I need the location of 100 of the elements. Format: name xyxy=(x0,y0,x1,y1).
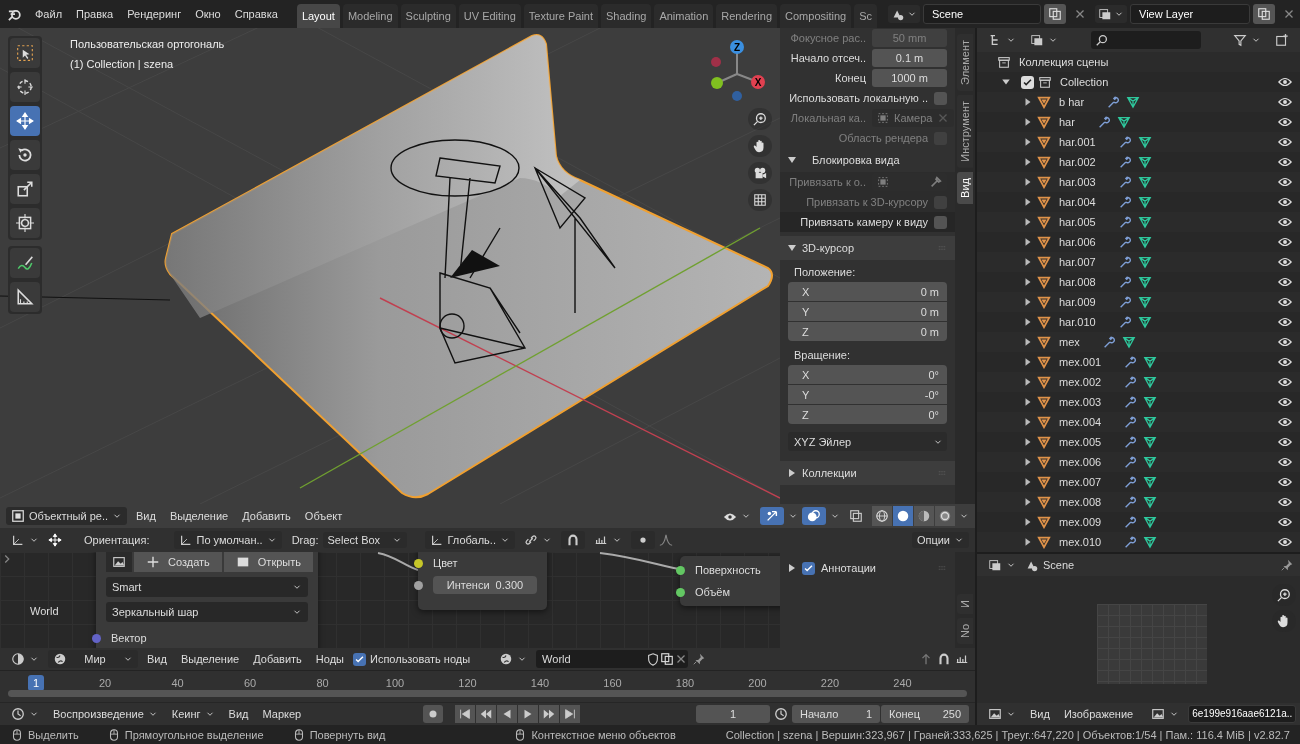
number-field[interactable]: Z 0° xyxy=(788,405,947,424)
checkbox[interactable] xyxy=(802,561,815,575)
sidebar-tab[interactable]: Инструмент xyxy=(957,94,973,168)
menu-item[interactable]: Вид xyxy=(142,651,172,667)
tree-item[interactable]: har.005 xyxy=(1059,216,1096,228)
tree-item[interactable]: Коллекция сцены xyxy=(1019,56,1109,68)
eye-icon[interactable] xyxy=(1278,455,1292,469)
tree-item[interactable]: mex.005 xyxy=(1059,436,1102,448)
clock-icon[interactable] xyxy=(774,707,788,721)
number-field[interactable]: 1000 m xyxy=(872,69,947,87)
socket-dot[interactable] xyxy=(676,565,685,575)
annotate-tool-button[interactable] xyxy=(10,248,40,278)
first-button[interactable] xyxy=(454,705,475,723)
wrench-icon[interactable] xyxy=(1117,155,1132,169)
socket-dot[interactable] xyxy=(92,633,101,643)
menu-item[interactable]: Вид xyxy=(1025,706,1055,722)
scrollbar[interactable] xyxy=(8,690,967,697)
zoom-button[interactable] xyxy=(748,108,772,130)
new-button[interactable]: Создать xyxy=(134,552,222,572)
eye-icon[interactable] xyxy=(1278,515,1292,529)
tree-item[interactable]: mex xyxy=(1059,336,1080,348)
mesh-icon[interactable] xyxy=(1137,155,1152,169)
scale-tool-button[interactable] xyxy=(10,174,40,204)
socket-dot[interactable] xyxy=(414,558,423,568)
wrench-icon[interactable] xyxy=(1123,515,1138,529)
mesh-icon[interactable] xyxy=(1143,535,1158,549)
wrench-icon[interactable] xyxy=(1123,495,1138,509)
mesh-icon[interactable] xyxy=(1143,515,1158,529)
tree-item[interactable]: mex.006 xyxy=(1059,456,1102,468)
menu-item[interactable]: Добавить xyxy=(237,508,296,524)
panel-header[interactable]: Коллекции xyxy=(780,461,955,485)
wrench-icon[interactable] xyxy=(1123,415,1138,429)
mesh-icon[interactable] xyxy=(1143,435,1158,449)
mesh-icon[interactable] xyxy=(1137,215,1152,229)
wrench-icon[interactable] xyxy=(1117,175,1132,189)
disclosure-icon[interactable] xyxy=(1023,397,1033,407)
prevkey-button[interactable] xyxy=(475,705,496,723)
magnet-icon[interactable] xyxy=(937,652,951,666)
scene-browse-button[interactable] xyxy=(888,5,920,23)
sidebar-tab[interactable]: Элемент xyxy=(957,34,973,91)
dropdown[interactable]: Зеркальный шар xyxy=(106,602,308,622)
number-field[interactable]: Z 0 m xyxy=(788,322,947,341)
tree-item[interactable]: mex.003 xyxy=(1059,396,1102,408)
disclosure-icon[interactable] xyxy=(1023,97,1033,107)
overlay-toggle[interactable] xyxy=(802,507,826,525)
mesh-icon[interactable] xyxy=(1143,355,1158,369)
menu-item[interactable]: Рендеринг xyxy=(120,5,189,23)
eye-icon[interactable] xyxy=(1278,335,1292,349)
wrench-icon[interactable] xyxy=(1117,295,1132,309)
image-browse-button[interactable] xyxy=(106,552,132,572)
mesh-icon[interactable] xyxy=(1143,455,1158,469)
tree-item[interactable]: har.008 xyxy=(1059,276,1096,288)
perspective-toggle[interactable] xyxy=(748,189,772,211)
transform-tool-button[interactable] xyxy=(10,208,40,238)
mesh-icon[interactable] xyxy=(1126,95,1141,109)
mesh-icon[interactable] xyxy=(1137,275,1152,289)
tree-item[interactable]: har.006 xyxy=(1059,236,1096,248)
mesh-icon[interactable] xyxy=(1137,315,1152,329)
disclosure-icon[interactable] xyxy=(1023,157,1033,167)
menu-item[interactable]: Правка xyxy=(69,5,121,23)
shader-type-dropdown[interactable]: Мир xyxy=(48,650,138,668)
view-layer-browse-button[interactable] xyxy=(1095,5,1127,23)
current-frame-marker[interactable]: 1 xyxy=(28,675,44,691)
disclosure-icon[interactable] xyxy=(1023,217,1033,227)
snap-toggle[interactable] xyxy=(560,531,585,549)
disclosure-icon[interactable] xyxy=(1023,537,1033,547)
wrench-icon[interactable] xyxy=(1123,475,1138,489)
eye-icon[interactable] xyxy=(1278,195,1292,209)
falloff-icon[interactable] xyxy=(658,533,673,547)
number-field[interactable]: 0.1 m xyxy=(872,49,947,67)
end-frame-field[interactable]: Конец 250 xyxy=(881,705,969,723)
subpanel-header[interactable]: Блокировка вида xyxy=(780,148,955,172)
eye-icon[interactable] xyxy=(1278,215,1292,229)
panel-header[interactable]: 3D-курсор xyxy=(780,236,955,260)
eye-icon[interactable] xyxy=(1278,535,1292,549)
workspace-tab[interactable]: Sculpting xyxy=(400,4,456,28)
workspace-tab[interactable]: UV Editing xyxy=(458,4,521,28)
wrench-icon[interactable] xyxy=(1117,235,1132,249)
wrench-icon[interactable] xyxy=(1123,395,1138,409)
wrench-icon[interactable] xyxy=(1101,335,1116,349)
menu-item[interactable]: Маркер xyxy=(257,706,307,722)
select-tool-button[interactable] xyxy=(10,38,40,68)
measure-tool-button[interactable] xyxy=(10,282,40,312)
menu-item[interactable]: Окно xyxy=(188,5,228,23)
pin-icon[interactable] xyxy=(1280,558,1294,572)
tree-item[interactable]: mex.007 xyxy=(1059,476,1102,488)
wrench-icon[interactable] xyxy=(1123,455,1138,469)
tree-item[interactable]: mex.004 xyxy=(1059,416,1102,428)
eye-icon[interactable] xyxy=(1278,155,1292,169)
shield-icon[interactable] xyxy=(646,652,661,666)
mesh-icon[interactable] xyxy=(1121,335,1136,349)
tree-item[interactable]: b har xyxy=(1059,96,1085,108)
eye-icon[interactable] xyxy=(1278,235,1292,249)
mesh-icon[interactable] xyxy=(1137,175,1152,189)
wrench-icon[interactable] xyxy=(1117,195,1132,209)
playback-dropdown[interactable]: Воспроизведение xyxy=(48,706,163,722)
copy-icon[interactable] xyxy=(660,652,675,666)
disclosure-icon[interactable] xyxy=(1023,417,1033,427)
tree-item[interactable]: har.010 xyxy=(1059,316,1096,328)
gizmo-toggle[interactable] xyxy=(760,507,784,525)
